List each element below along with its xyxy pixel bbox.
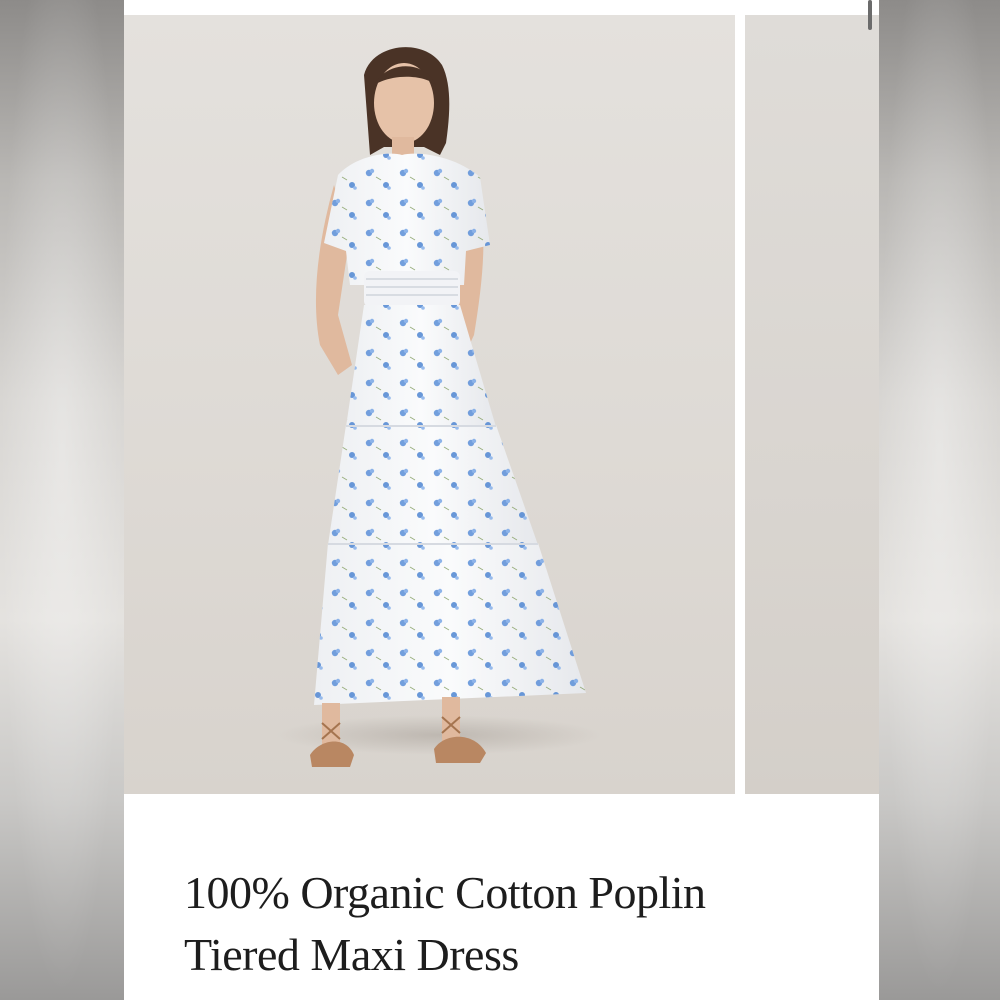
model-in-dress-illustration: [310, 47, 586, 767]
product-title-line-1: 100% Organic Cotton Poplin: [184, 867, 706, 918]
product-card: 100% Organic Cotton Poplin Tiered Maxi D…: [124, 0, 879, 1000]
image-gallery[interactable]: [124, 15, 879, 794]
product-image-next[interactable]: [745, 15, 879, 794]
scrollbar[interactable]: [868, 0, 872, 30]
backdrop-right: [879, 0, 1000, 1000]
product-title-line-2: Tiered Maxi Dress: [184, 929, 519, 980]
product-title: 100% Organic Cotton Poplin Tiered Maxi D…: [184, 862, 824, 986]
backdrop-left: [0, 0, 124, 1000]
product-image-main[interactable]: [124, 15, 735, 794]
